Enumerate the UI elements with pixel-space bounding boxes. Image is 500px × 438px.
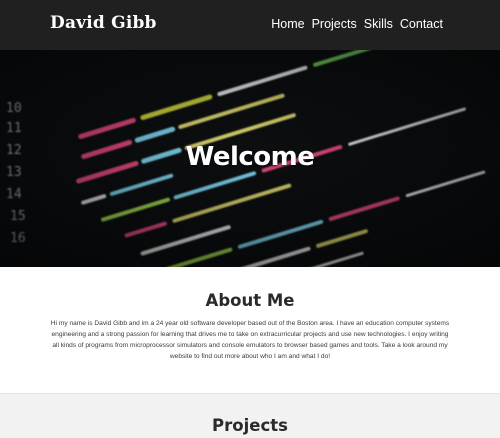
nav-link-projects[interactable]: Projects <box>312 17 357 31</box>
about-section: About Me Hi my name is David Gibb and im… <box>0 267 500 393</box>
about-paragraph: Hi my name is David Gibb and im a 24 yea… <box>50 320 450 360</box>
top-navbar: David Gibb Home Projects Skills Contact <box>0 0 500 50</box>
nav-link-skills[interactable]: Skills <box>364 17 393 31</box>
hero-banner: 10 11 12 13 14 15 16 <box>0 50 500 267</box>
nav-link-contact[interactable]: Contact <box>400 17 443 31</box>
projects-section: Projects <box>0 393 500 438</box>
hero-title: Welcome <box>185 142 315 172</box>
projects-heading: Projects <box>212 416 288 435</box>
brand-logo[interactable]: David Gibb <box>50 13 157 33</box>
nav-link-home[interactable]: Home <box>271 17 304 31</box>
nav-menu: Home Projects Skills Contact <box>271 17 443 31</box>
page: David Gibb Home Projects Skills Contact <box>0 0 500 438</box>
about-heading: About Me <box>205 291 295 310</box>
